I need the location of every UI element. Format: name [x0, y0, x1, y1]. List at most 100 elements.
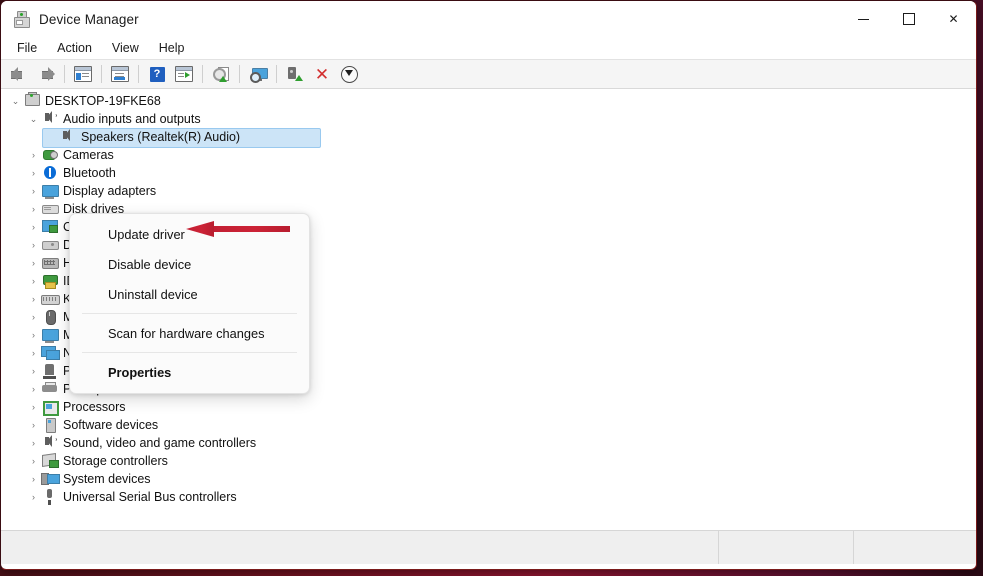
chevron-right-icon[interactable]: › — [26, 438, 41, 448]
chevron-right-icon[interactable]: › — [26, 150, 41, 160]
forward-button[interactable] — [33, 62, 59, 86]
toolbar: ? ✕ — [1, 59, 976, 89]
context-menu-item-scan-for-hardware-changes[interactable]: Scan for hardware changes — [73, 318, 306, 348]
device-manager-icon — [12, 10, 30, 28]
keyboard-icon — [41, 291, 60, 307]
properties-icon — [111, 66, 129, 82]
help-button[interactable]: ? — [144, 62, 170, 86]
tree-row-audio-inputs-and-outputs[interactable]: ⌄ Audio inputs and outputs — [1, 110, 976, 128]
tree-row-computer[interactable]: ⌄ DESKTOP-19FKE68 — [1, 92, 976, 110]
disable-device-icon — [340, 65, 358, 83]
computer-node-icon — [41, 219, 58, 235]
menu-file[interactable]: File — [7, 39, 47, 57]
bluetooth-icon — [41, 165, 58, 181]
scan-hardware-icon — [249, 67, 268, 83]
console-tree-icon — [74, 66, 92, 82]
toolbar-separator — [202, 65, 203, 83]
menu-help[interactable]: Help — [149, 39, 195, 57]
chevron-right-icon[interactable]: › — [26, 168, 41, 178]
update-driver-button[interactable] — [208, 62, 234, 86]
chevron-right-icon[interactable]: › — [26, 456, 41, 466]
action-pane-icon — [175, 66, 193, 82]
disable-device-button[interactable] — [336, 62, 362, 86]
chevron-right-icon[interactable]: › — [26, 474, 41, 484]
scan-for-hardware-changes-button[interactable] — [245, 62, 271, 86]
enable-device-icon — [287, 66, 303, 82]
chevron-right-icon[interactable]: › — [26, 294, 41, 304]
audio-device-icon — [59, 129, 76, 145]
context-menu-item-disable-device[interactable]: Disable device — [73, 249, 306, 279]
chevron-right-icon[interactable]: › — [26, 186, 41, 196]
tree-label: Audio inputs and outputs — [63, 111, 201, 126]
toolbar-separator — [239, 65, 240, 83]
sound-controller-icon — [41, 435, 58, 451]
chevron-down-icon[interactable]: ⌄ — [26, 114, 41, 124]
chevron-right-icon[interactable]: › — [26, 420, 41, 430]
status-pane-tertiary — [853, 531, 976, 564]
tree-label: Software devices — [63, 417, 159, 432]
tree-row-display-adapters[interactable]: › Display adapters — [1, 182, 976, 200]
toolbar-separator — [101, 65, 102, 83]
tree-row-speakers-selected[interactable]: Speakers (Realtek(R) Audio) — [1, 128, 976, 148]
enable-device-button[interactable] — [282, 62, 308, 86]
chevron-down-icon[interactable]: ⌄ — [8, 96, 23, 106]
chevron-right-icon[interactable]: › — [26, 204, 41, 214]
tree-row-processors[interactable]: › Processors — [1, 398, 976, 416]
maximize-icon — [902, 13, 915, 25]
tree-label: Display adapters — [63, 183, 157, 198]
chevron-right-icon[interactable]: › — [26, 492, 41, 502]
menu-action[interactable]: Action — [47, 39, 102, 57]
context-menu-item-uninstall-device[interactable]: Uninstall device — [73, 279, 306, 309]
context-menu-separator — [82, 313, 297, 314]
device-tree-panel: ⌄ DESKTOP-19FKE68 ⌄ Audio inputs and out… — [1, 89, 976, 530]
properties-button[interactable] — [107, 62, 133, 86]
chevron-right-icon[interactable]: › — [26, 348, 41, 358]
tree-row-storage-controllers[interactable]: › Storage controllers — [1, 452, 976, 470]
context-menu: Update driver Disable device Uninstall d… — [69, 213, 310, 394]
tree-label: DESKTOP-19FKE68 — [45, 93, 161, 108]
tree-label: Sound, video and game controllers — [63, 435, 257, 450]
dvd-drive-icon — [41, 237, 59, 253]
close-button[interactable]: ✕ — [931, 1, 976, 37]
tree-row-bluetooth[interactable]: › Bluetooth — [1, 164, 976, 182]
tree-label: Speakers (Realtek(R) Audio) — [81, 129, 241, 144]
forward-icon — [38, 67, 55, 81]
chevron-right-icon[interactable]: › — [26, 258, 41, 268]
chevron-right-icon[interactable]: › — [26, 366, 41, 376]
toolbar-separator — [64, 65, 65, 83]
hid-icon — [41, 255, 59, 271]
context-menu-item-properties[interactable]: Properties — [73, 357, 306, 387]
chevron-right-icon[interactable]: › — [26, 312, 41, 322]
chevron-right-icon[interactable]: › — [26, 402, 41, 412]
status-pane-secondary — [718, 531, 853, 564]
usb-controller-icon — [41, 489, 58, 505]
chevron-right-icon[interactable]: › — [26, 240, 41, 250]
show-action-pane-button[interactable] — [171, 62, 197, 86]
chevron-right-icon[interactable]: › — [26, 330, 41, 340]
tree-row-universal-serial-bus-controllers[interactable]: › Universal Serial Bus controllers — [1, 488, 976, 506]
disk-drive-icon — [41, 201, 59, 217]
show-hide-console-tree-button[interactable] — [70, 62, 96, 86]
context-menu-item-update-driver[interactable]: Update driver — [73, 219, 306, 249]
ide-controller-icon — [41, 273, 58, 289]
tree-label: Cameras — [63, 147, 114, 162]
back-button[interactable] — [6, 62, 32, 86]
maximize-button[interactable] — [886, 1, 931, 37]
storage-controller-icon — [41, 453, 59, 469]
chevron-right-icon[interactable]: › — [26, 222, 41, 232]
tree-row-system-devices[interactable]: › System devices — [1, 470, 976, 488]
chevron-right-icon[interactable]: › — [26, 384, 41, 394]
menu-view[interactable]: View — [102, 39, 149, 57]
tree-row-sound-video-and-game-controllers[interactable]: › Sound, video and game controllers — [1, 434, 976, 452]
tree-row-cameras[interactable]: › Cameras — [1, 146, 976, 164]
uninstall-device-button[interactable]: ✕ — [309, 62, 335, 86]
port-icon — [41, 363, 58, 379]
tree-row-software-devices[interactable]: › Software devices — [1, 416, 976, 434]
minimize-button[interactable] — [841, 1, 886, 37]
network-adapter-icon — [41, 345, 60, 361]
tree-label: System devices — [63, 471, 151, 486]
help-icon: ? — [149, 66, 165, 82]
tree-label: Processors — [63, 399, 126, 414]
tree-label: Bluetooth — [63, 165, 116, 180]
chevron-right-icon[interactable]: › — [26, 276, 41, 286]
